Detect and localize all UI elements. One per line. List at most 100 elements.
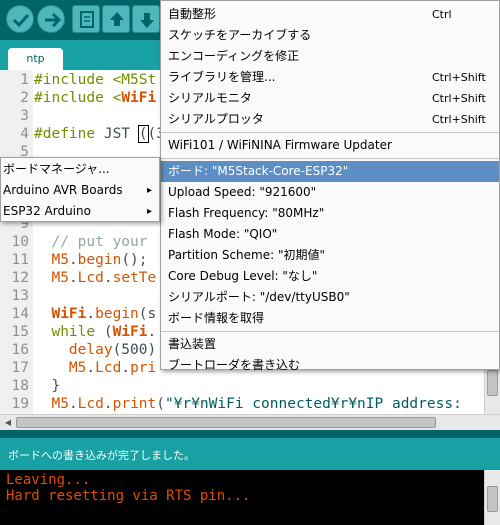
line-number: 15 [11, 324, 29, 340]
code-token: } [34, 378, 61, 394]
code-text: while (WiFi. [34, 323, 156, 341]
menu-item-label: Upload Speed: "921600" [168, 185, 317, 199]
code-token: . [147, 324, 157, 340]
line-number: 13 [11, 288, 29, 304]
code-token: ( [156, 396, 165, 412]
menu-item-label: シリアルポート: "/dev/ttyUSB0" [168, 290, 350, 304]
submenu-item-label: ボードマネージャ... [3, 162, 110, 176]
code-text: // put your [34, 233, 156, 251]
code-token: . [86, 306, 96, 322]
menu-item-label: Flash Frequency: "80MHz" [168, 206, 325, 220]
menu-item[interactable]: Flash Mode: "QIO" [161, 224, 499, 245]
scroll-left-arrow-icon[interactable]: ◀ [2, 417, 14, 428]
menu-item-label: ボード情報を取得 [168, 311, 265, 325]
code-token: . [86, 360, 96, 376]
code-token: #define [34, 126, 104, 142]
menu-item[interactable]: ボード情報を取得 [161, 308, 499, 329]
code-token: WiFi [112, 324, 148, 340]
line-number: 16 [11, 342, 29, 358]
menu-item-label: ボード: "M5Stack-Core-ESP32" [168, 164, 349, 178]
menu-separator [161, 132, 499, 133]
code-token: begin [77, 252, 122, 268]
code-token: while [51, 324, 96, 340]
editor-horizontal-scroll-thumb[interactable] [16, 417, 436, 428]
line-number: 12 [11, 270, 29, 286]
menu-item[interactable]: WiFi101 / WiFiNINA Firmware Updater [161, 135, 499, 156]
menu-item[interactable]: Upload Speed: "921600" [161, 182, 499, 203]
code-token: (s [138, 306, 157, 322]
code-token: JST [103, 126, 139, 142]
board-submenu: ボードマネージャ... Arduino AVR Boards ▸ ESP32 Ardu… [0, 157, 160, 222]
menu-item[interactable]: 自動整形 Ctrl [161, 4, 499, 25]
line-number: 17 [11, 360, 29, 376]
console-scrollbar[interactable] [484, 470, 500, 525]
menu-item-label: Partition Scheme: "初期値" [168, 248, 325, 262]
arrow-up-icon [110, 12, 124, 26]
code-text: M5.Lcd.pri [34, 359, 156, 377]
menu-item[interactable]: エンコーディングを修正 [161, 46, 499, 67]
console-output: Leaving... Hard resetting via RTS pin... [0, 470, 484, 525]
menu-item-shortcut: Ctrl+Shift [432, 92, 486, 105]
code-token: #include < [34, 90, 122, 106]
code-token: ( [137, 125, 149, 143]
menu-item[interactable]: Core Debug Level: "なし" [161, 266, 499, 287]
menu-item[interactable]: ブートローダを書き込む [161, 355, 499, 376]
code-token: setTe [112, 270, 157, 286]
code-text: M5.begin(); [34, 251, 148, 269]
menu-item[interactable]: Partition Scheme: "初期値" [161, 245, 499, 266]
submenu-arrow-icon: ▸ [147, 206, 153, 217]
code-token: . [103, 270, 113, 286]
code-text: #include <M5St [34, 71, 156, 89]
menu-item-label: Flash Mode: "QIO" [168, 227, 278, 241]
line-number: 19 [11, 396, 29, 412]
menu-item[interactable]: ボード: "M5Stack-Core-ESP32" [161, 161, 499, 182]
code-token: M5 [51, 270, 69, 286]
line-number: 4 [20, 126, 29, 142]
code-token: (); [121, 252, 148, 268]
code-text: #include <WiFi [34, 89, 156, 107]
line-number: 11 [11, 252, 29, 268]
code-token: #include <M5St [34, 72, 157, 88]
menu-item[interactable]: 書込装置 [161, 334, 499, 355]
menu-item-label: シリアルモニタ [168, 91, 252, 105]
editor-horizontal-scrollbar[interactable]: ◀ [0, 414, 500, 430]
submenu-arrow-icon: ▸ [147, 185, 153, 196]
menu-item[interactable]: シリアルプロッタ Ctrl+Shift [161, 109, 499, 130]
code-line: 19 M5.Lcd.print("¥r¥nWiFi connected¥r¥nI… [0, 395, 484, 413]
submenu-item[interactable]: ボードマネージャ... [1, 159, 159, 180]
line-number: 3 [20, 108, 29, 124]
code-token: Lcd [95, 360, 122, 376]
console-scroll-thumb[interactable] [487, 486, 498, 512]
upload-button[interactable] [37, 5, 65, 33]
line-number: 14 [11, 306, 29, 322]
line-number: 18 [11, 378, 29, 394]
tab-ntp[interactable]: ntp [8, 48, 63, 70]
code-token: . [103, 396, 113, 412]
menu-item[interactable]: Flash Frequency: "80MHz" [161, 203, 499, 224]
code-text: } [34, 377, 60, 395]
submenu-item[interactable]: Arduino AVR Boards ▸ [1, 180, 159, 201]
menu-item[interactable]: シリアルモニタ Ctrl+Shift [161, 88, 499, 109]
console-line: Hard resetting via RTS pin... [6, 488, 251, 504]
menu-item[interactable]: シリアルポート: "/dev/ttyUSB0" [161, 287, 499, 308]
code-token: "¥r¥nWiFi connected¥r¥nIP address: [165, 396, 462, 412]
code-token: Lcd [77, 396, 104, 412]
save-button[interactable] [132, 5, 160, 33]
code-token: M5 [68, 360, 87, 376]
new-button[interactable] [72, 5, 100, 33]
panel-divider[interactable] [0, 430, 500, 438]
submenu-item[interactable]: ESP32 Arduino ▸ [1, 201, 159, 222]
code-token: // put your [34, 234, 157, 250]
menu-item[interactable]: ライブラリを管理... Ctrl+Shift [161, 67, 499, 88]
line-number: 1 [20, 72, 29, 88]
code-token: (500) [112, 342, 157, 358]
open-button[interactable] [102, 5, 130, 33]
menu-item[interactable]: スケッチをアーカイブする [161, 25, 499, 46]
code-token: print [112, 396, 157, 412]
verify-button[interactable] [6, 5, 34, 33]
